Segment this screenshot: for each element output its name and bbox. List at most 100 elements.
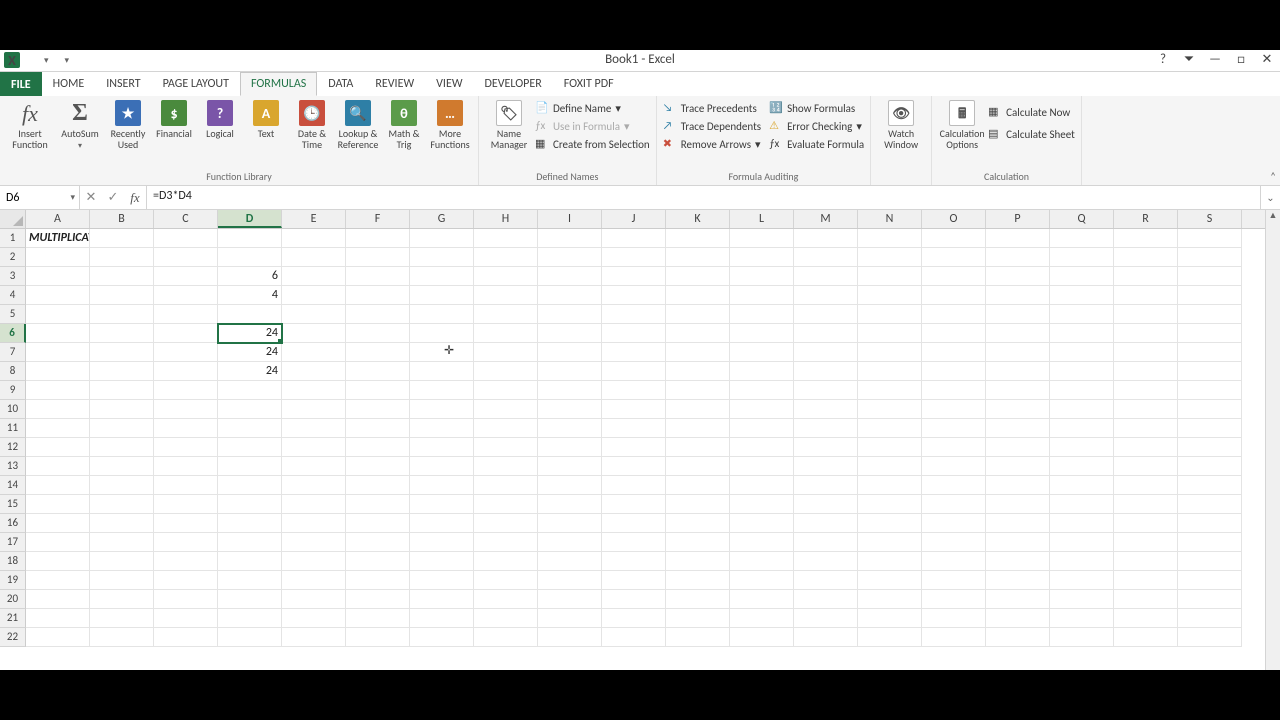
cell-N21[interactable]: [858, 609, 922, 628]
cell-Q9[interactable]: [1050, 381, 1114, 400]
cell-Q16[interactable]: [1050, 514, 1114, 533]
column-header-D[interactable]: D: [218, 210, 282, 228]
cell-H19[interactable]: [474, 571, 538, 590]
cell-K14[interactable]: [666, 476, 730, 495]
cell-I8[interactable]: [538, 362, 602, 381]
cell-B18[interactable]: [90, 552, 154, 571]
select-all-button[interactable]: [0, 210, 26, 228]
cell-I17[interactable]: [538, 533, 602, 552]
cell-K9[interactable]: [666, 381, 730, 400]
cell-F16[interactable]: [346, 514, 410, 533]
cell-A10[interactable]: [26, 400, 90, 419]
cell-S14[interactable]: [1178, 476, 1242, 495]
cell-I16[interactable]: [538, 514, 602, 533]
cell-E20[interactable]: [282, 590, 346, 609]
cell-G1[interactable]: [410, 229, 474, 248]
cell-S12[interactable]: [1178, 438, 1242, 457]
cell-J3[interactable]: [602, 267, 666, 286]
cell-Q4[interactable]: [1050, 286, 1114, 305]
cell-I21[interactable]: [538, 609, 602, 628]
cell-A11[interactable]: [26, 419, 90, 438]
close-button[interactable]: ✕: [1258, 51, 1276, 67]
cell-J14[interactable]: [602, 476, 666, 495]
cell-K8[interactable]: [666, 362, 730, 381]
cell-A19[interactable]: [26, 571, 90, 590]
cell-I4[interactable]: [538, 286, 602, 305]
cell-K6[interactable]: [666, 324, 730, 343]
row-header-21[interactable]: 21: [0, 609, 26, 628]
cell-D1[interactable]: [218, 229, 282, 248]
cell-G8[interactable]: [410, 362, 474, 381]
cell-H2[interactable]: [474, 248, 538, 267]
cell-B17[interactable]: [90, 533, 154, 552]
column-header-H[interactable]: H: [474, 210, 538, 228]
column-header-R[interactable]: R: [1114, 210, 1178, 228]
row-header-6[interactable]: 6: [0, 324, 26, 343]
calculate-sheet-button[interactable]: ▤Calculate Sheet: [988, 126, 1075, 142]
cell-M5[interactable]: [794, 305, 858, 324]
cell-K21[interactable]: [666, 609, 730, 628]
cell-B16[interactable]: [90, 514, 154, 533]
cell-S5[interactable]: [1178, 305, 1242, 324]
cell-B8[interactable]: [90, 362, 154, 381]
cell-F14[interactable]: [346, 476, 410, 495]
define-name-button[interactable]: 📄Define Name ▾: [535, 100, 650, 116]
cell-F4[interactable]: [346, 286, 410, 305]
cell-R20[interactable]: [1114, 590, 1178, 609]
cell-B11[interactable]: [90, 419, 154, 438]
cell-R9[interactable]: [1114, 381, 1178, 400]
cell-Q12[interactable]: [1050, 438, 1114, 457]
cell-I7[interactable]: [538, 343, 602, 362]
cell-E16[interactable]: [282, 514, 346, 533]
cell-I1[interactable]: [538, 229, 602, 248]
cell-L11[interactable]: [730, 419, 794, 438]
cell-R15[interactable]: [1114, 495, 1178, 514]
tab-formulas[interactable]: FORMULAS: [240, 72, 317, 96]
cell-D3[interactable]: 6: [218, 267, 282, 286]
cell-P1[interactable]: [986, 229, 1050, 248]
cell-C1[interactable]: [154, 229, 218, 248]
cell-J16[interactable]: [602, 514, 666, 533]
cell-D13[interactable]: [218, 457, 282, 476]
cell-P5[interactable]: [986, 305, 1050, 324]
cell-C2[interactable]: [154, 248, 218, 267]
cell-S3[interactable]: [1178, 267, 1242, 286]
tab-view[interactable]: VIEW: [425, 72, 473, 96]
cell-H18[interactable]: [474, 552, 538, 571]
cell-L16[interactable]: [730, 514, 794, 533]
cell-O7[interactable]: [922, 343, 986, 362]
cell-L21[interactable]: [730, 609, 794, 628]
cell-G12[interactable]: [410, 438, 474, 457]
cell-O11[interactable]: [922, 419, 986, 438]
cell-Q18[interactable]: [1050, 552, 1114, 571]
cell-R7[interactable]: [1114, 343, 1178, 362]
cell-D6[interactable]: 24: [218, 324, 282, 343]
cell-I18[interactable]: [538, 552, 602, 571]
cell-M8[interactable]: [794, 362, 858, 381]
cell-E21[interactable]: [282, 609, 346, 628]
more-functions-button[interactable]: … More Functions: [428, 98, 472, 150]
cell-A3[interactable]: [26, 267, 90, 286]
cell-F8[interactable]: [346, 362, 410, 381]
cell-C18[interactable]: [154, 552, 218, 571]
cell-P20[interactable]: [986, 590, 1050, 609]
cell-E9[interactable]: [282, 381, 346, 400]
cell-N22[interactable]: [858, 628, 922, 647]
cell-I10[interactable]: [538, 400, 602, 419]
formula-input[interactable]: =D3*D4: [147, 186, 1260, 209]
cell-B3[interactable]: [90, 267, 154, 286]
cell-P17[interactable]: [986, 533, 1050, 552]
cell-J2[interactable]: [602, 248, 666, 267]
cell-K18[interactable]: [666, 552, 730, 571]
cell-B9[interactable]: [90, 381, 154, 400]
cell-O1[interactable]: [922, 229, 986, 248]
cell-Q13[interactable]: [1050, 457, 1114, 476]
row-header-5[interactable]: 5: [0, 305, 26, 324]
cell-Q5[interactable]: [1050, 305, 1114, 324]
cell-S22[interactable]: [1178, 628, 1242, 647]
cell-R10[interactable]: [1114, 400, 1178, 419]
cell-H16[interactable]: [474, 514, 538, 533]
cell-M12[interactable]: [794, 438, 858, 457]
row-header-4[interactable]: 4: [0, 286, 26, 305]
cell-H6[interactable]: [474, 324, 538, 343]
